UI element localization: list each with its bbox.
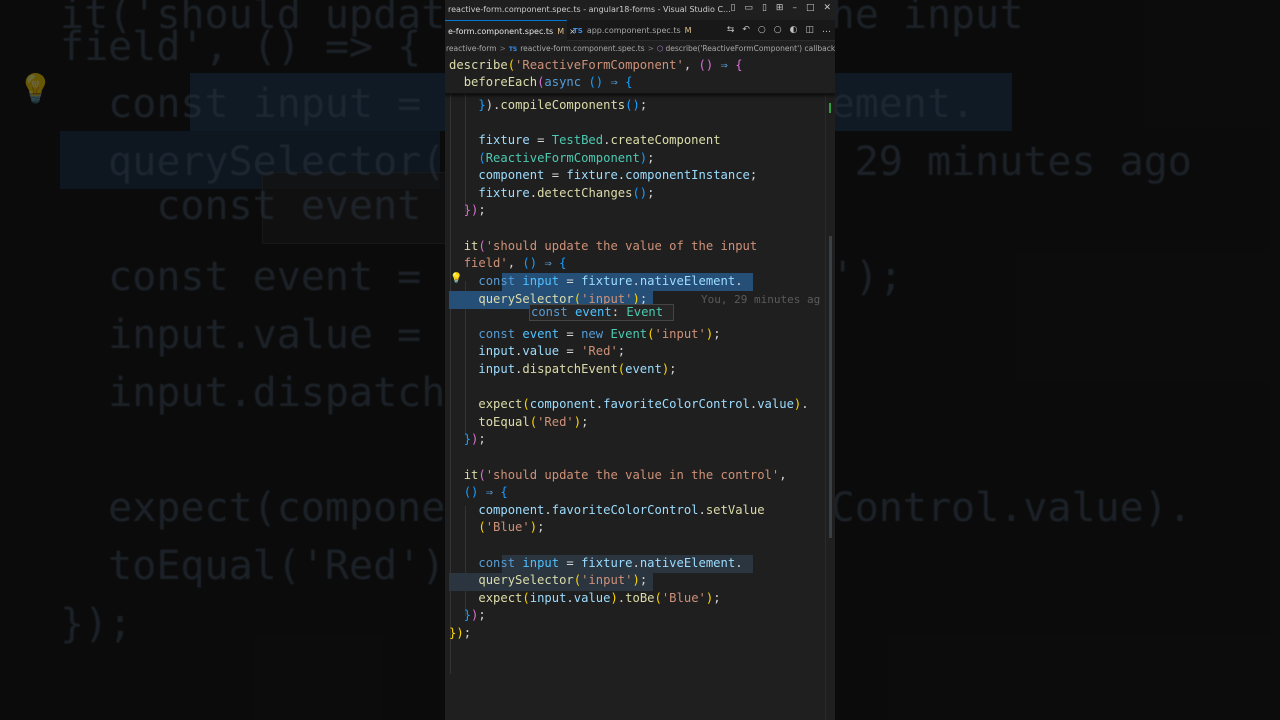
overview-ruler (825, 56, 826, 720)
tab-app-component-spec[interactable]: TS app.component.spec.ts M (573, 20, 698, 41)
breadcrumb: reactive-form > TS reactive-form.component.… (445, 42, 835, 57)
code-line: it('should update the value in the contr… (463, 468, 787, 482)
code-line: component = fixture.componentInstance; (478, 168, 758, 182)
more-actions-icon[interactable]: … (822, 25, 831, 35)
compare-changes-icon[interactable]: ⇆ (727, 25, 735, 35)
customize-layout-icon[interactable]: ⊞ (776, 3, 784, 13)
maximize-icon[interactable]: □ (806, 3, 815, 13)
code-line: }); (463, 432, 486, 446)
editor-actions: ⇆ ↶ ○ ○ ◐ ◫ … (727, 25, 831, 35)
modified-badge: M (684, 26, 692, 35)
code-line: () ⇒ { (463, 485, 508, 499)
breadcrumb-item[interactable]: describe('ReactiveFormComponent') callba… (665, 44, 835, 53)
breadcrumb-separator: > (499, 44, 506, 53)
previous-change-icon[interactable]: ○ (758, 25, 766, 35)
code-line: }); (463, 608, 486, 622)
code-line: const input = fixture.nativeElement. (478, 274, 743, 288)
code-line: expect(component.favoriteColorControl.va… (478, 397, 809, 411)
typescript-file-icon: TS (508, 46, 518, 53)
title-bar-actions: ▯ ▭ ▯ ⊞ – □ ✕ (730, 3, 831, 13)
code-line: expect(input.value).toBe('Blue'); (478, 591, 721, 605)
sticky-line[interactable]: beforeEach(async () ⇒ { (449, 74, 633, 92)
editor-tabs: e-form.component.spec.ts M × TS app.compone… (445, 20, 835, 41)
sticky-scroll-header[interactable]: describe('ReactiveFormComponent', () ⇒ {… (445, 56, 835, 94)
revert-icon[interactable]: ↶ (742, 25, 750, 35)
toggle-secondary-sidebar-icon[interactable]: ▯ (762, 3, 767, 13)
modified-badge: M (557, 27, 565, 36)
close-icon[interactable]: ✕ (823, 3, 831, 13)
breadcrumb-separator: > (647, 44, 654, 53)
code-line: toEqual('Red'); (478, 415, 589, 429)
vertical-scrollbar[interactable] (829, 236, 832, 538)
toggle-panel-icon[interactable]: ▭ (744, 3, 753, 13)
code-line: }); (463, 203, 486, 217)
code-line: fixture = TestBed.createComponent (478, 133, 721, 147)
window-title: reactive-form.component.spec.ts - angula… (448, 5, 731, 14)
tab-label: app.component.spec.ts (586, 26, 681, 35)
function-symbol-icon: ⬡ (656, 44, 664, 53)
code-editor[interactable]: 💡 }).compileComponents(); fixture = Test… (445, 56, 835, 720)
next-change-icon[interactable]: ○ (774, 25, 782, 35)
breadcrumb-item[interactable]: reactive-form.component.spec.ts (520, 44, 644, 53)
git-blame-annotation: You, 29 minutes ag (701, 293, 821, 306)
code-line: it('should update the value of the input (463, 239, 758, 253)
code-line: const input = fixture.nativeElement. (478, 556, 743, 570)
code-line: querySelector('input'); (478, 573, 648, 587)
toggle-primary-sidebar-icon[interactable]: ▯ (730, 3, 735, 13)
open-changes-icon[interactable]: ◐ (790, 25, 798, 35)
breadcrumb-item[interactable]: reactive-form (446, 44, 497, 53)
code-line: const event = new Event('input'); (478, 327, 721, 341)
sticky-line[interactable]: describe('ReactiveFormComponent', () ⇒ { (449, 57, 743, 75)
background-dim (835, 0, 1280, 720)
code-line: input.dispatchEvent(event); (478, 362, 677, 376)
minimize-icon[interactable]: – (792, 3, 797, 13)
code-line: }).compileComponents(); (478, 98, 648, 112)
typescript-file-icon: TS (573, 27, 583, 35)
tab-reactive-form-spec[interactable]: e-form.component.spec.ts M × (445, 20, 576, 41)
hover-tooltip-text: const event: Event (531, 305, 664, 319)
title-bar: reactive-form.component.spec.ts - angula… (445, 0, 835, 20)
code-line: }); (449, 626, 472, 640)
code-line: field', () ⇒ { (463, 256, 567, 270)
split-editor-icon[interactable]: ◫ (805, 25, 814, 35)
code-line: component.favoriteColorControl.setValue (478, 503, 765, 517)
code-line: (ReactiveFormComponent); (478, 151, 655, 165)
code-line: ('Blue'); (478, 520, 545, 534)
code-line: input.value = 'Red'; (478, 344, 626, 358)
tab-label: e-form.component.spec.ts (448, 27, 554, 36)
background-dim (0, 0, 445, 720)
git-change-marker (829, 103, 831, 113)
editor-window: reactive-form.component.spec.ts - angula… (445, 0, 835, 720)
code-line: fixture.detectChanges(); (478, 186, 655, 200)
